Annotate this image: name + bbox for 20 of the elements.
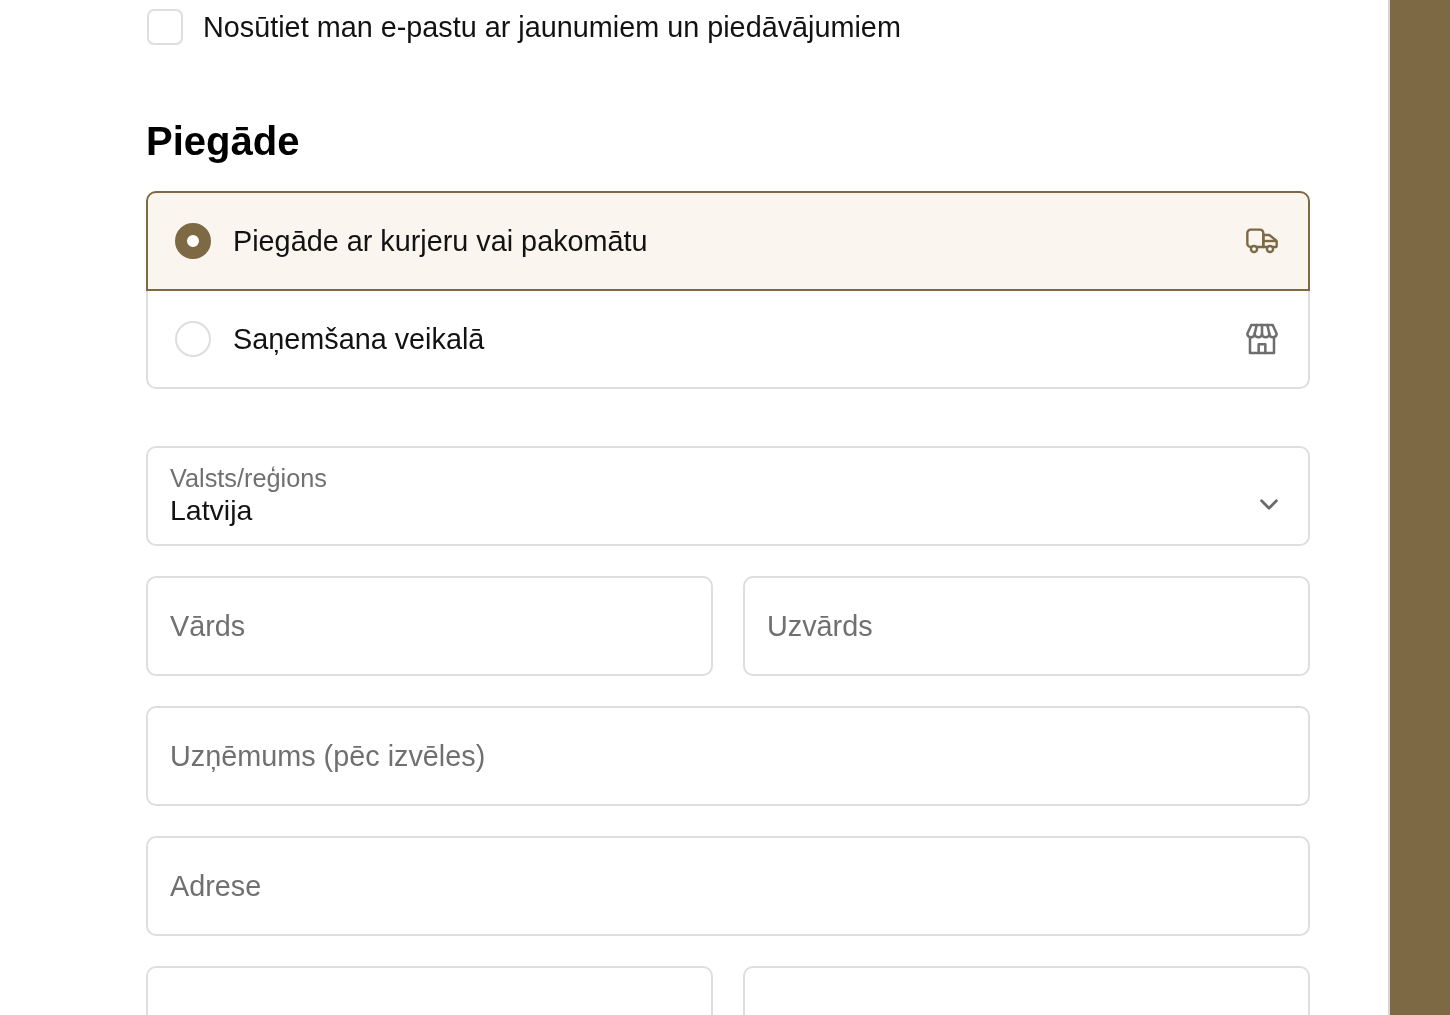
field-value: Latvija [170, 493, 253, 527]
section-heading: Piegāde [146, 118, 301, 165]
input-field[interactable] [146, 966, 713, 1015]
store-icon [1246, 323, 1278, 355]
input-field[interactable]: Uzņēmums (pēc izvēles) [146, 706, 1310, 806]
input-field[interactable]: Adrese [146, 836, 1310, 936]
field-label: Valsts/reģions [170, 463, 327, 493]
input-field[interactable]: Uzvārds [743, 576, 1310, 676]
chevron-down-icon [1260, 499, 1278, 510]
dropdown-field[interactable]: Valsts/reģions Latvija [146, 446, 1310, 546]
radio-button[interactable] [175, 223, 211, 259]
option-label: Saņemšana veikalā [233, 322, 486, 357]
checkbox[interactable] [147, 9, 183, 45]
truck-icon [1246, 228, 1278, 254]
delivery-option[interactable]: Piegāde ar kurjeru vai pakomātu [146, 191, 1310, 291]
checkbox-label: Nosūtiet man e-pastu ar jaunumiem un piedāvājumiem [203, 10, 901, 45]
input-field[interactable] [743, 966, 1310, 1015]
input-field[interactable]: Vārds [146, 576, 713, 676]
option-label: Piegāde ar kurjeru vai pakomātu [233, 224, 649, 259]
delivery-option[interactable]: Saņemšana veikalā [146, 289, 1310, 389]
